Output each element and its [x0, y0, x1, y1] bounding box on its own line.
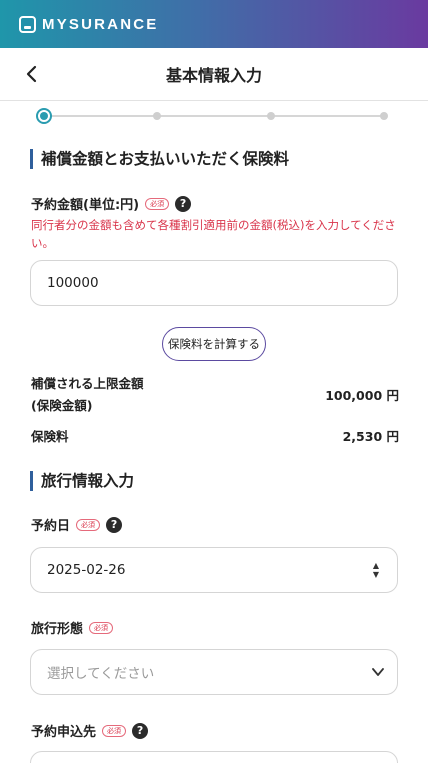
question-circle-icon[interactable]: ?	[106, 516, 123, 533]
stepper-step-2	[153, 112, 161, 120]
premium-value: 2,530 円	[342, 429, 399, 444]
coverage-limit-row: 補償される上限金額 (保険金額) 100,000 円	[31, 373, 399, 417]
progress-stepper	[36, 108, 392, 124]
brand-bar: MYSURANCE	[0, 0, 428, 48]
stepper-step-4	[380, 112, 388, 120]
stepper-step-3	[267, 112, 275, 120]
amount-label-text: 予約金額(単位:円)	[31, 198, 140, 213]
premium-row: 保険料 2,530 円	[31, 426, 399, 448]
amount-field-label: 予約金額(単位:円) 必須 ?	[31, 194, 192, 213]
amount-note: 同行者分の金額も含めて各種割引適用前の金額(税込)を入力してください。	[31, 218, 396, 250]
travel-type-label-text: 旅行形態	[31, 622, 84, 637]
reservation-agency-label-text: 予約申込先	[31, 725, 97, 740]
travel-type-placeholder: 選択してください	[47, 666, 155, 682]
reservation-agency-box[interactable]	[30, 751, 398, 763]
brand-name: MYSURANCE	[42, 15, 159, 33]
required-badge: 必須	[76, 518, 101, 531]
premium-label: 保険料	[31, 429, 69, 444]
page-title: 基本情報入力	[165, 66, 262, 85]
question-circle-icon[interactable]: ?	[132, 722, 149, 739]
reservation-agency-label: 予約申込先 必須 ?	[31, 721, 149, 740]
amount-input-box[interactable]	[30, 260, 398, 306]
reservation-date-input[interactable]	[47, 562, 381, 578]
calculate-premium-button[interactable]: 保険料を計算する	[162, 327, 266, 361]
coverage-limit-value: 100,000 円	[325, 388, 399, 403]
section-title-travel: 旅行情報入力	[30, 471, 134, 491]
required-badge: 必須	[145, 197, 170, 210]
chevron-down-icon	[372, 668, 384, 676]
brand-logo-icon	[19, 15, 36, 33]
back-button[interactable]	[20, 63, 42, 85]
coverage-limit-label: 補償される上限金額 (保険金額)	[31, 376, 144, 413]
stepper-step-1	[36, 108, 52, 124]
question-circle-icon[interactable]: ?	[175, 195, 192, 212]
page-header: 基本情報入力	[0, 48, 428, 101]
amount-input[interactable]	[47, 275, 381, 291]
chevron-left-icon	[26, 65, 37, 83]
up-down-spinner-icon[interactable]: ▲ ▼	[373, 561, 379, 579]
section-title-compensation: 補償金額とお支払いいただく保険料	[30, 149, 289, 169]
travel-type-select[interactable]: 選択してください	[30, 649, 398, 695]
required-badge: 必須	[102, 724, 127, 737]
stepper-line	[44, 115, 384, 117]
reservation-date-box[interactable]: ▲▼	[30, 547, 398, 593]
travel-type-label: 旅行形態 必須	[31, 618, 114, 637]
required-badge: 必須	[89, 621, 114, 634]
reservation-date-label: 予約日 必須 ?	[31, 515, 123, 534]
reservation-date-label-text: 予約日	[31, 519, 71, 534]
